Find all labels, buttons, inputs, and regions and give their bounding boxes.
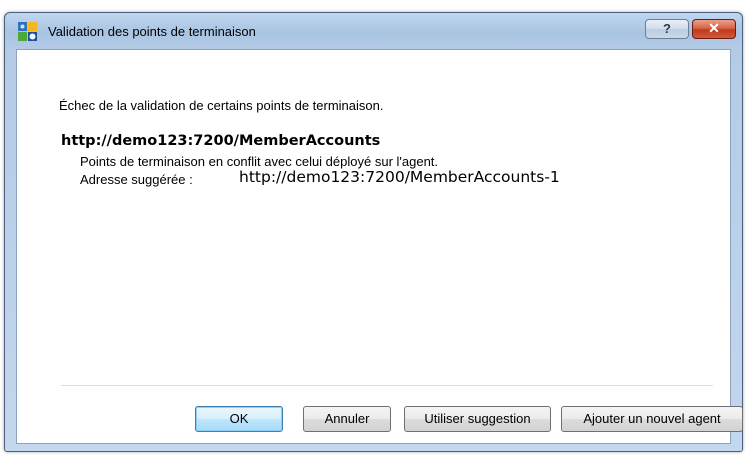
conflict-description: Points de terminaison en conflit avec ce…	[80, 154, 439, 169]
validation-message: Échec de la validation de certains point…	[59, 98, 384, 113]
app-icon	[18, 22, 38, 42]
cancel-button[interactable]: Annuler	[303, 406, 391, 432]
use-suggestion-button[interactable]: Utiliser suggestion	[404, 406, 551, 432]
dialog-window: Validation des points de terminaison ? ✕…	[4, 12, 743, 452]
endpoint-url: http://demo123:7200/MemberAccounts	[61, 133, 381, 149]
separator	[61, 385, 713, 386]
add-new-agent-button[interactable]: Ajouter un nouvel agent	[561, 406, 743, 432]
dialog-title: Validation des points de terminaison	[48, 24, 256, 39]
title-bar[interactable]: Validation des points de terminaison ? ✕	[5, 13, 742, 49]
close-button[interactable]: ✕	[692, 19, 736, 39]
help-button[interactable]: ?	[645, 19, 689, 39]
ok-button[interactable]: OK	[195, 406, 283, 432]
dialog-content: Échec de la validation de certains point…	[16, 49, 743, 444]
suggested-address-label: Adresse suggérée :	[80, 172, 193, 187]
suggested-address-value: http://demo123:7200/MemberAccounts-1	[239, 168, 560, 186]
